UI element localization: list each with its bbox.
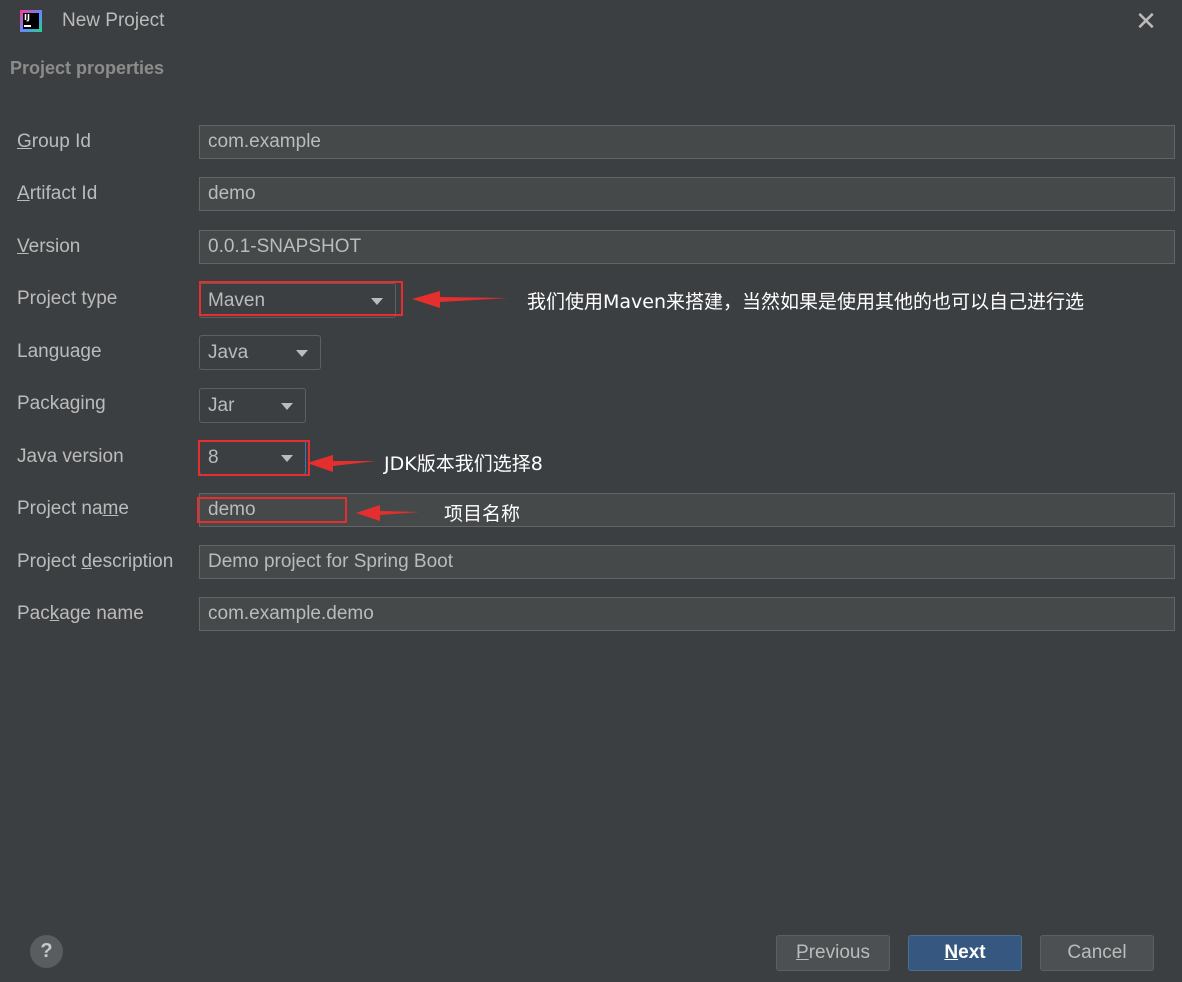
annotation-arrows xyxy=(307,291,508,521)
button-label: revious xyxy=(808,942,870,963)
annotation-project-name: 项目名称 xyxy=(444,503,521,525)
arrow-java-version xyxy=(307,455,376,472)
help-icon[interactable]: ? xyxy=(30,935,63,968)
previous-button[interactable]: Previous xyxy=(776,935,890,971)
arrow-project-name xyxy=(356,505,420,521)
annotation-project-type: 我们使用Maven来搭建，当然如果是使用其他的也可以自己进行选 xyxy=(527,291,1085,313)
cancel-button[interactable]: Cancel xyxy=(1040,935,1154,971)
arrow-project-type xyxy=(412,291,508,308)
button-label: ext xyxy=(958,942,986,963)
next-button[interactable]: Next xyxy=(908,935,1022,971)
annotation-java-version: JDK版本我们选择8 xyxy=(384,453,543,475)
mnemonic: P xyxy=(796,942,809,963)
mnemonic: N xyxy=(944,942,959,963)
